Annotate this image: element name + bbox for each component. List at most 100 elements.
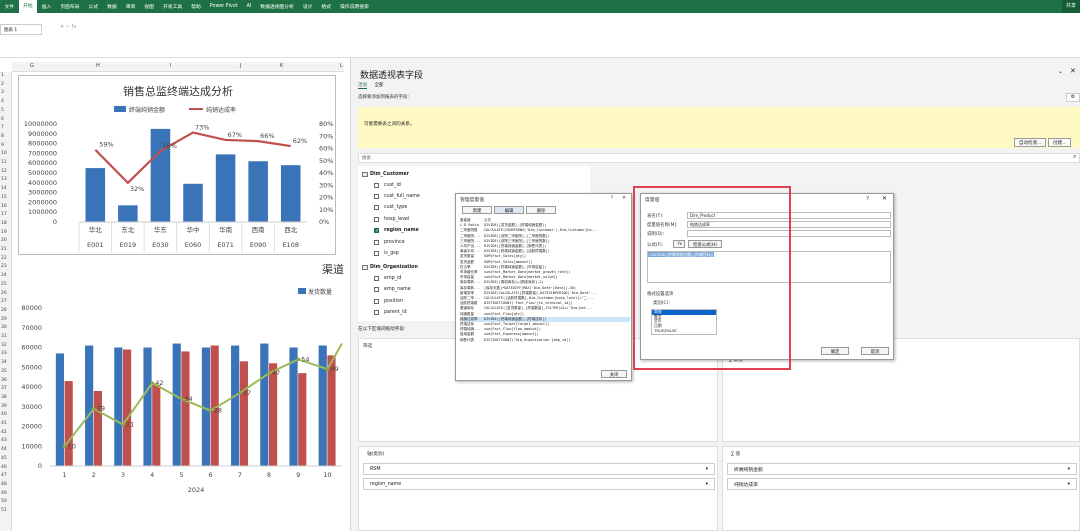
field-item[interactable]: emp_id: [374, 275, 401, 281]
axis-zone[interactable]: 轴(类别) RSM ▾ region_name ▾: [358, 446, 718, 531]
ribbon-tab[interactable]: 数据透视图分析: [256, 3, 299, 10]
formula-bar-icons[interactable]: ✕ ✓ fx: [60, 24, 104, 35]
help-icon[interactable]: ?: [866, 196, 869, 202]
column-header[interactable]: K: [280, 63, 283, 69]
chart-channel-shipping[interactable]: 渠道发发货数量 0 10000 20000 30000 40000 50000 60000 70…: [18, 262, 355, 497]
row-header[interactable]: 23: [1, 264, 7, 269]
ribbon-tab[interactable]: 页面布局: [56, 3, 84, 10]
row-header[interactable]: 37: [1, 386, 7, 391]
row-header[interactable]: 41: [1, 421, 7, 426]
measure-row[interactable]: 销售代表 DISTINCTCOUNT('Dim_Organization'[emp…: [460, 338, 630, 343]
row-header[interactable]: 26: [1, 291, 7, 296]
field-item[interactable]: province: [374, 239, 405, 245]
field-item[interactable]: cust_full_name: [374, 193, 420, 199]
row-header[interactable]: 39: [1, 404, 7, 409]
row-header[interactable]: 6: [1, 117, 4, 122]
row-header[interactable]: 13: [1, 177, 7, 182]
ribbon-tab[interactable]: 插入: [37, 3, 56, 10]
row-header[interactable]: 51: [1, 508, 7, 513]
ribbon-tab[interactable]: 开发工具: [158, 3, 186, 10]
column-header[interactable]: G: [30, 63, 34, 69]
close-button[interactable]: 关闭: [601, 370, 627, 378]
ribbon-tab[interactable]: AI: [242, 4, 256, 9]
row-header[interactable]: 45: [1, 456, 7, 461]
measure-list[interactable]: 度量值 公式 L-D Ratio DIVIDE([发货金额],[终端纯销金额]) 二甲医…: [460, 218, 630, 343]
field-item[interactable]: hosp_level: [374, 216, 409, 222]
ribbon-tab[interactable]: 审阅: [121, 3, 140, 10]
ok-button[interactable]: 确定: [821, 347, 849, 355]
row-header[interactable]: 15: [1, 195, 7, 200]
field-item[interactable]: emp_name: [374, 287, 411, 293]
row-header[interactable]: 40: [1, 412, 7, 417]
ribbon-tab[interactable]: 文件: [0, 3, 19, 10]
row-header[interactable]: 21: [1, 247, 7, 252]
row-header[interactable]: 36: [1, 378, 7, 383]
row-header[interactable]: 17: [1, 212, 7, 217]
field-item[interactable]: cust_id: [374, 182, 401, 188]
column-header[interactable]: J: [240, 63, 241, 69]
ribbon-tab[interactable]: 公式: [84, 3, 103, 10]
ribbon-tab[interactable]: 操作说明搜索: [336, 3, 374, 10]
field-checkbox[interactable]: [374, 275, 379, 281]
field-item[interactable]: position: [374, 298, 403, 304]
value-item-sales[interactable]: 终端纯销金额 ▾: [727, 463, 1077, 475]
row-header[interactable]: 30: [1, 325, 7, 330]
row-header[interactable]: 35: [1, 369, 7, 374]
row-header[interactable]: 25: [1, 282, 7, 287]
field-item[interactable]: parent_id: [374, 310, 407, 315]
row-header[interactable]: 16: [1, 204, 7, 209]
fx-icon[interactable]: fx: [72, 24, 77, 30]
row-header[interactable]: 31: [1, 334, 7, 339]
field-checkbox[interactable]: [374, 216, 379, 222]
name-box[interactable]: 图表 1: [0, 24, 42, 35]
row-header[interactable]: 14: [1, 186, 7, 191]
column-header[interactable]: L: [340, 63, 343, 69]
row-header[interactable]: 44: [1, 447, 7, 452]
auto-detect-button[interactable]: 自动检测...: [1014, 138, 1047, 147]
gear-icon[interactable]: ⚙: [1066, 93, 1080, 102]
row-header[interactable]: 4: [1, 99, 4, 104]
field-item[interactable]: cust_type: [374, 205, 407, 211]
row-header[interactable]: 46: [1, 465, 7, 470]
field-checkbox[interactable]: [374, 182, 379, 188]
row-header[interactable]: 47: [1, 473, 7, 478]
chart-sales-achievement[interactable]: 销售总监终端达成分析 终端纯销金额 纯销达成率 0 1000000 2000000 3000…: [18, 75, 336, 255]
ribbon-tab[interactable]: 开始: [18, 0, 38, 13]
row-header[interactable]: 50: [1, 499, 7, 504]
share-button[interactable]: 共享: [1061, 0, 1080, 13]
row-header[interactable]: 18: [1, 221, 7, 226]
row-header[interactable]: 3: [1, 90, 4, 95]
ribbon-tab[interactable]: 设计: [298, 3, 317, 10]
row-header[interactable]: 20: [1, 238, 7, 243]
row-header[interactable]: 33: [1, 351, 7, 356]
create-button[interactable]: 创建...: [1048, 138, 1072, 147]
cancel-button[interactable]: 取消: [861, 347, 889, 355]
pane-options-icon[interactable]: ⌄: [1058, 68, 1063, 75]
axis-item-rsm[interactable]: RSM ▾: [363, 463, 715, 475]
row-header[interactable]: 22: [1, 256, 7, 261]
row-header[interactable]: 7: [1, 125, 4, 130]
column-header[interactable]: H: [96, 63, 100, 69]
field-search-input[interactable]: 搜索: [358, 153, 1080, 163]
field-checkbox[interactable]: [374, 287, 379, 293]
row-header[interactable]: 12: [1, 169, 7, 174]
field-group[interactable]: Dim_Customer: [362, 172, 409, 177]
row-header[interactable]: 2: [1, 82, 4, 87]
row-header[interactable]: 49: [1, 491, 7, 496]
new-measure-button[interactable]: 新建: [462, 206, 492, 214]
row-header[interactable]: 1: [1, 73, 4, 78]
field-checkbox[interactable]: [374, 298, 379, 304]
manage-measures-dialog[interactable]: 管理度量值 ? ✕ 新建 编辑 删除 度量值 公式 L-D Ratio DIVIDE(…: [455, 193, 632, 381]
row-header[interactable]: 34: [1, 360, 7, 365]
field-checkbox[interactable]: [374, 228, 379, 234]
close-icon[interactable]: ✕: [622, 196, 626, 201]
tab-active[interactable]: 活动: [358, 83, 367, 89]
row-header[interactable]: 42: [1, 430, 7, 435]
row-header[interactable]: 32: [1, 343, 7, 348]
ribbon-tab[interactable]: 视图: [140, 3, 159, 10]
column-header[interactable]: I: [170, 63, 171, 69]
row-header[interactable]: 28: [1, 308, 7, 313]
row-header[interactable]: 43: [1, 438, 7, 443]
row-header[interactable]: 27: [1, 299, 7, 304]
row-header[interactable]: 19: [1, 230, 7, 235]
